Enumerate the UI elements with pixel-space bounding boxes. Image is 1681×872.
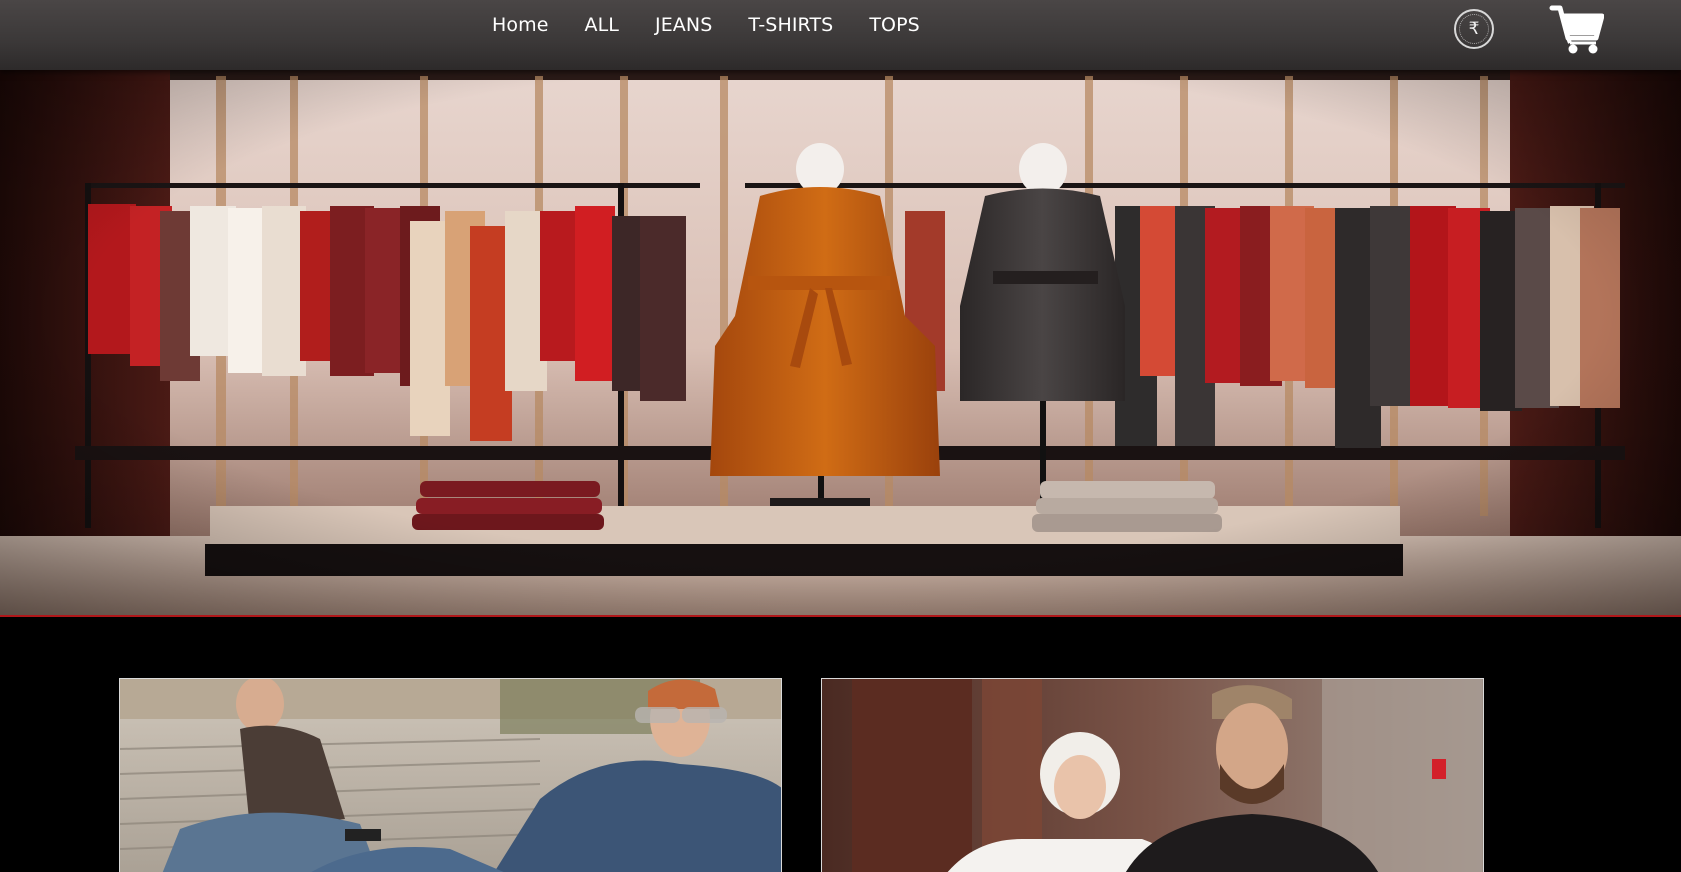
nav-home-link[interactable]: Home bbox=[492, 12, 567, 38]
rupee-icon: ₹ bbox=[1468, 19, 1480, 39]
nav-tshirts-link[interactable]: T-SHIRTS bbox=[730, 12, 851, 38]
nav-all-link[interactable]: ALL bbox=[567, 12, 637, 38]
hero-banner-image bbox=[0, 66, 1681, 617]
category-card-tshirts[interactable] bbox=[821, 678, 1484, 872]
currency-button[interactable]: ₹ bbox=[1454, 9, 1494, 49]
tshirts-models-image bbox=[822, 679, 1483, 872]
category-card-jeans[interactable] bbox=[119, 678, 782, 872]
nav-tops-link[interactable]: TOPS bbox=[851, 12, 937, 38]
page: Home ALL JEANS T-SHIRTS TOPS ₹ bbox=[0, 0, 1681, 872]
nav-jeans-link[interactable]: JEANS bbox=[637, 12, 730, 38]
cart-button[interactable] bbox=[1548, 2, 1605, 56]
main-nav: Home ALL JEANS T-SHIRTS TOPS bbox=[492, 12, 938, 38]
jeans-model-image bbox=[120, 679, 781, 872]
top-navbar: Home ALL JEANS T-SHIRTS TOPS ₹ bbox=[0, 0, 1681, 70]
shopping-cart-icon bbox=[1549, 5, 1605, 54]
